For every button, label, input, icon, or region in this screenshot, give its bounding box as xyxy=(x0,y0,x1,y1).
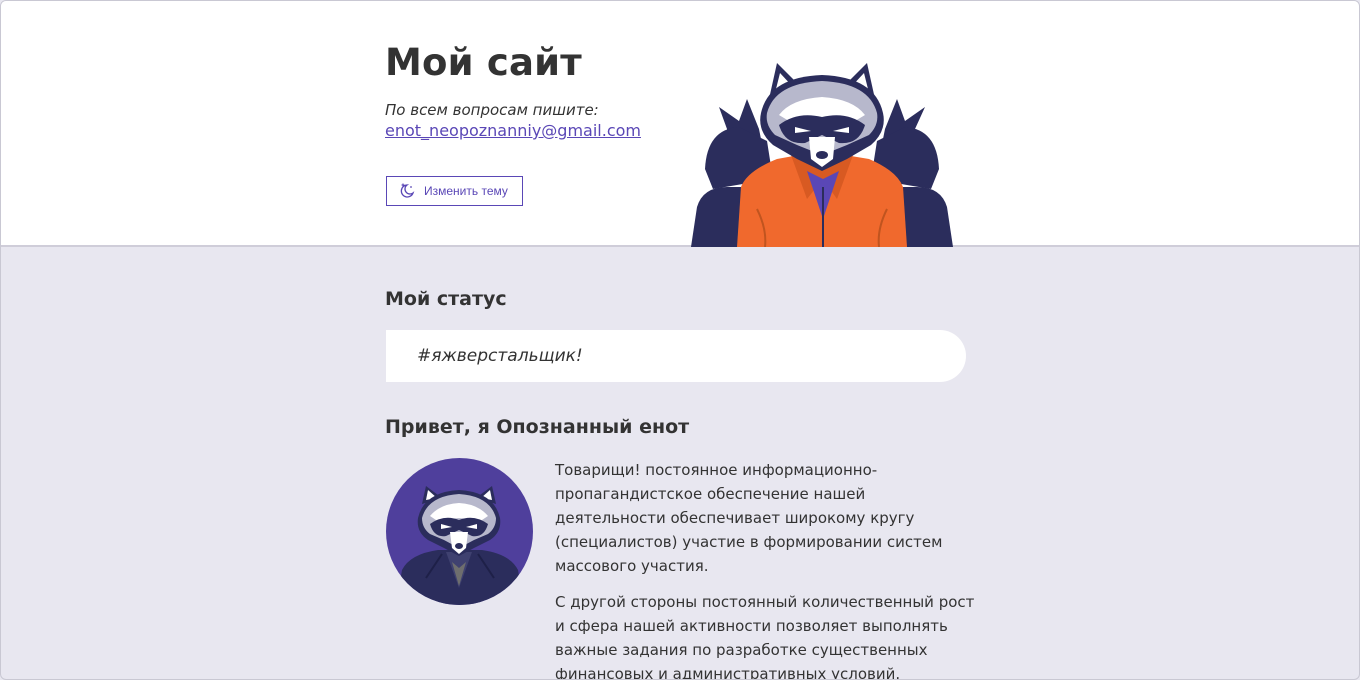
about-heading: Привет, я Опознанный енот xyxy=(385,416,690,438)
site-title: Мой сайт xyxy=(385,41,582,84)
change-theme-label: Изменить тему xyxy=(424,184,508,198)
raccoon-hero-illustration xyxy=(687,59,957,248)
change-theme-button[interactable]: Изменить тему xyxy=(386,176,523,206)
moon-stars-icon xyxy=(398,182,416,200)
status-message: #яжверстальщик! xyxy=(386,330,966,382)
about-text: Товарищи! постоянное информационно-пропа… xyxy=(555,458,975,680)
site-header: Мой сайт По всем вопросам пишите: enot_n… xyxy=(1,1,1359,248)
contact-email-link[interactable]: enot_neopoznanniy@gmail.com xyxy=(385,121,641,140)
about-paragraph: Товарищи! постоянное информационно-пропа… xyxy=(555,461,943,575)
about-paragraph: С другой стороны постоянный количественн… xyxy=(555,593,975,680)
contact-label: По всем вопросам пишите: xyxy=(385,101,599,119)
raccoon-avatar xyxy=(386,458,533,605)
page-frame: Мой сайт По всем вопросам пишите: enot_n… xyxy=(0,0,1360,680)
status-heading: Мой статус xyxy=(385,288,507,310)
